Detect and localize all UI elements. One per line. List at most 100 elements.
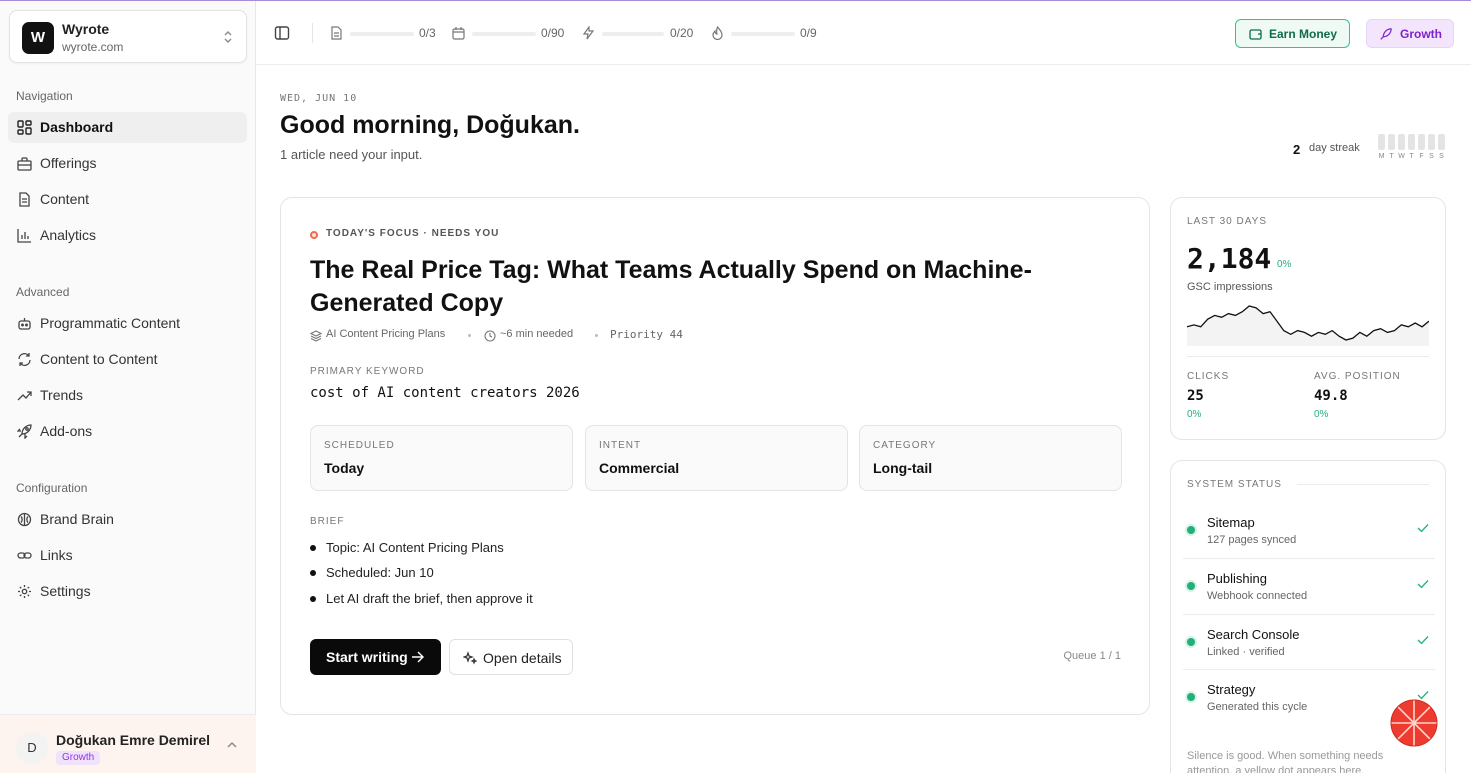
streak-day-bar xyxy=(1378,134,1385,150)
status-row-sitemap[interactable]: Sitemap 127 pages synced xyxy=(1183,503,1435,558)
sidebar-item-links[interactable]: Links xyxy=(8,540,247,571)
bullet xyxy=(310,570,316,576)
open-details-button[interactable]: Open details xyxy=(449,639,573,675)
sidebar: W Wyrote wyrote.com Navigation Dashboard… xyxy=(0,1,256,773)
sidebar-item-offerings[interactable]: Offerings xyxy=(8,148,247,179)
stat-category: CATEGORY Long-tail xyxy=(859,425,1122,491)
focus-time-needed: ~6 min needed xyxy=(500,328,574,340)
offerings-icon xyxy=(17,157,32,171)
nav-group-label-configuration: Configuration xyxy=(16,481,88,495)
usage-count: 0/3 xyxy=(419,26,436,40)
status-name: Sitemap xyxy=(1207,515,1255,530)
link-icon xyxy=(17,552,32,559)
sidebar-item-content-to-content[interactable]: Content to Content xyxy=(8,344,247,375)
status-name: Publishing xyxy=(1207,571,1267,586)
usage-count: 0/9 xyxy=(800,26,817,40)
streak-day-label: S xyxy=(1439,153,1444,160)
position-value: 49.8 xyxy=(1314,388,1348,404)
divider xyxy=(1297,484,1429,485)
focus-article-title[interactable]: The Real Price Tag: What Teams Actually … xyxy=(310,254,1100,320)
streak-day-bar xyxy=(1408,134,1415,150)
divider xyxy=(312,23,313,43)
sidebar-item-add-ons[interactable]: Add-ons xyxy=(8,416,247,447)
page-subtitle: 1 article need your input. xyxy=(280,147,423,162)
position-delta: 0% xyxy=(1314,409,1329,420)
keyword-label: PRIMARY KEYWORD xyxy=(310,366,425,377)
sidebar-item-content[interactable]: Content xyxy=(8,184,247,215)
impressions-delta: 0% xyxy=(1277,259,1292,270)
streak-day-label: M xyxy=(1378,153,1385,160)
gear-icon xyxy=(18,585,31,598)
stat-label: CATEGORY xyxy=(873,440,937,451)
growth-plan-label: Growth xyxy=(1400,27,1442,41)
sidebar-item-label: Analytics xyxy=(40,227,97,243)
clock-icon xyxy=(484,330,496,342)
page-title: Good morning, Doğukan. xyxy=(280,111,580,139)
start-writing-button[interactable]: Start writing xyxy=(310,639,441,675)
sidebar-item-programmatic-content[interactable]: Programmatic Content xyxy=(8,308,247,339)
status-dot xyxy=(1187,638,1195,646)
earn-money-label: Earn Money xyxy=(1269,27,1338,41)
status-detail: 127 pages synced xyxy=(1207,534,1297,546)
status-row-publishing[interactable]: Publishing Webhook connected xyxy=(1183,558,1435,613)
sidebar-item-dashboard[interactable]: Dashboard xyxy=(8,112,247,143)
streak-count: 2 xyxy=(1293,142,1301,157)
check-icon xyxy=(1417,524,1429,533)
rocket-icon xyxy=(17,424,32,439)
check-icon xyxy=(1417,636,1429,645)
trending-up-icon xyxy=(17,391,32,401)
page-date: WED, JUN 10 xyxy=(280,93,358,104)
user-menu[interactable]: D Doğukan Emre Demirel Growth xyxy=(0,714,256,773)
workspace-switcher[interactable]: W Wyrote wyrote.com xyxy=(9,10,247,63)
usage-bar xyxy=(350,32,414,36)
bullet xyxy=(310,545,316,551)
plan-badge: Growth xyxy=(56,751,101,765)
metrics-period: LAST 30 DAYS xyxy=(1187,216,1267,227)
streak-day-bar xyxy=(1418,134,1425,150)
sidebar-item-label: Dashboard xyxy=(40,119,114,135)
sidebar-item-label: Offerings xyxy=(40,155,97,171)
clicks-label: CLICKS xyxy=(1187,371,1230,382)
sidebar-item-label: Brand Brain xyxy=(40,511,114,527)
metrics-card: LAST 30 DAYS 2,184 0% GSC impressions CL… xyxy=(1170,197,1446,440)
stat-intent: INTENT Commercial xyxy=(585,425,848,491)
robot-icon xyxy=(18,318,31,330)
refresh-icon xyxy=(18,353,31,366)
meta-separator xyxy=(468,334,471,337)
focus-eyebrow: TODAY'S FOCUS · NEEDS YOU xyxy=(326,228,500,239)
status-row-search-console[interactable]: Search Console Linked · verified xyxy=(1183,614,1435,669)
brief-item-text: Let AI draft the brief, then approve it xyxy=(326,591,533,606)
brief-item-text: Topic: AI Content Pricing Plans xyxy=(326,540,504,555)
position-label: AVG. POSITION xyxy=(1314,371,1401,382)
system-status-footer: Silence is good. When something needs at… xyxy=(1187,750,1384,773)
dashboard-icon xyxy=(17,120,32,135)
chevron-up-icon xyxy=(227,742,237,748)
clicks-delta: 0% xyxy=(1187,409,1202,420)
sidebar-toggle-icon[interactable] xyxy=(274,25,290,41)
topbar: 0/3 0/90 0/20 0/9 Earn Money Growth xyxy=(256,1,1471,65)
brief-label: BRIEF xyxy=(310,516,345,527)
workspace-name: Wyrote xyxy=(62,21,110,37)
growth-plan-button[interactable]: Growth xyxy=(1366,19,1454,48)
usage-count: 0/90 xyxy=(541,26,565,40)
check-icon xyxy=(1417,580,1429,589)
help-chat-badge-icon[interactable] xyxy=(1390,699,1438,747)
sidebar-item-analytics[interactable]: Analytics xyxy=(8,220,247,251)
earn-money-button[interactable]: Earn Money xyxy=(1235,19,1350,48)
sidebar-item-label: Content to Content xyxy=(40,351,158,367)
arrow-right-icon xyxy=(412,651,424,663)
streak-day-label: S xyxy=(1429,153,1434,160)
impressions-label: GSC impressions xyxy=(1187,281,1273,293)
sidebar-item-trends[interactable]: Trends xyxy=(8,380,247,411)
streak-day-label: T xyxy=(1389,153,1394,160)
streak-day-bar xyxy=(1388,134,1395,150)
todays-focus-card: TODAY'S FOCUS · NEEDS YOU The Real Price… xyxy=(280,197,1150,715)
flame-icon xyxy=(712,26,723,40)
sidebar-item-settings[interactable]: Settings xyxy=(8,576,247,607)
focus-priority: Priority 44 xyxy=(610,328,683,341)
focus-status-dot xyxy=(310,231,318,239)
stat-scheduled: SCHEDULED Today xyxy=(310,425,573,491)
streak-week: M T W T F S S xyxy=(1378,134,1448,164)
sidebar-item-label: Settings xyxy=(40,583,91,599)
sidebar-item-brand-brain[interactable]: Brand Brain xyxy=(8,504,247,535)
